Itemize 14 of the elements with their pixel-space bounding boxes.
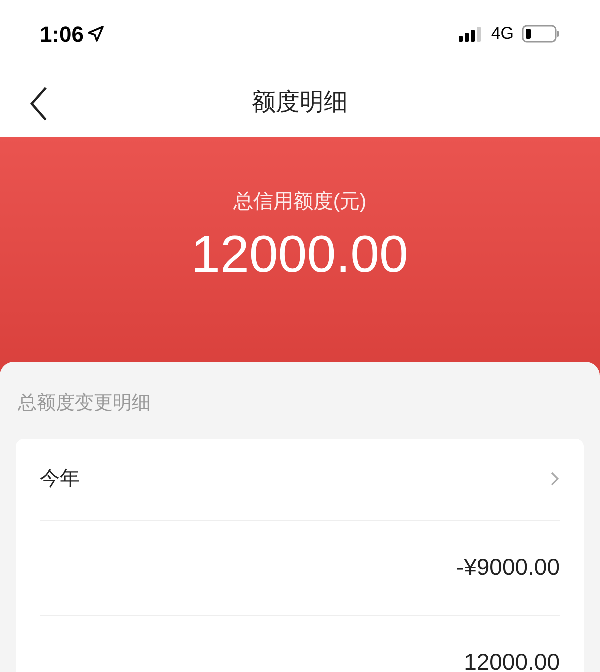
chevron-icon [550,471,560,487]
network-label: 4G [491,23,514,46]
record-amount: 12000.00 [464,648,560,672]
status-time: 1:06 [40,20,84,48]
summary-label: 总信用额度(元) [233,190,367,215]
back-button[interactable] [28,86,50,122]
location-arrow-icon [88,26,104,42]
summary-amount: 12000.00 [192,229,408,281]
signal-icon [459,26,484,42]
page-title: 额度明细 [252,88,348,118]
battery-icon [522,25,560,43]
year-group-header[interactable]: 今年 [40,438,560,520]
record-amount: -¥9000.00 [456,553,560,582]
section-title: 总额度变更明细 [17,392,152,416]
